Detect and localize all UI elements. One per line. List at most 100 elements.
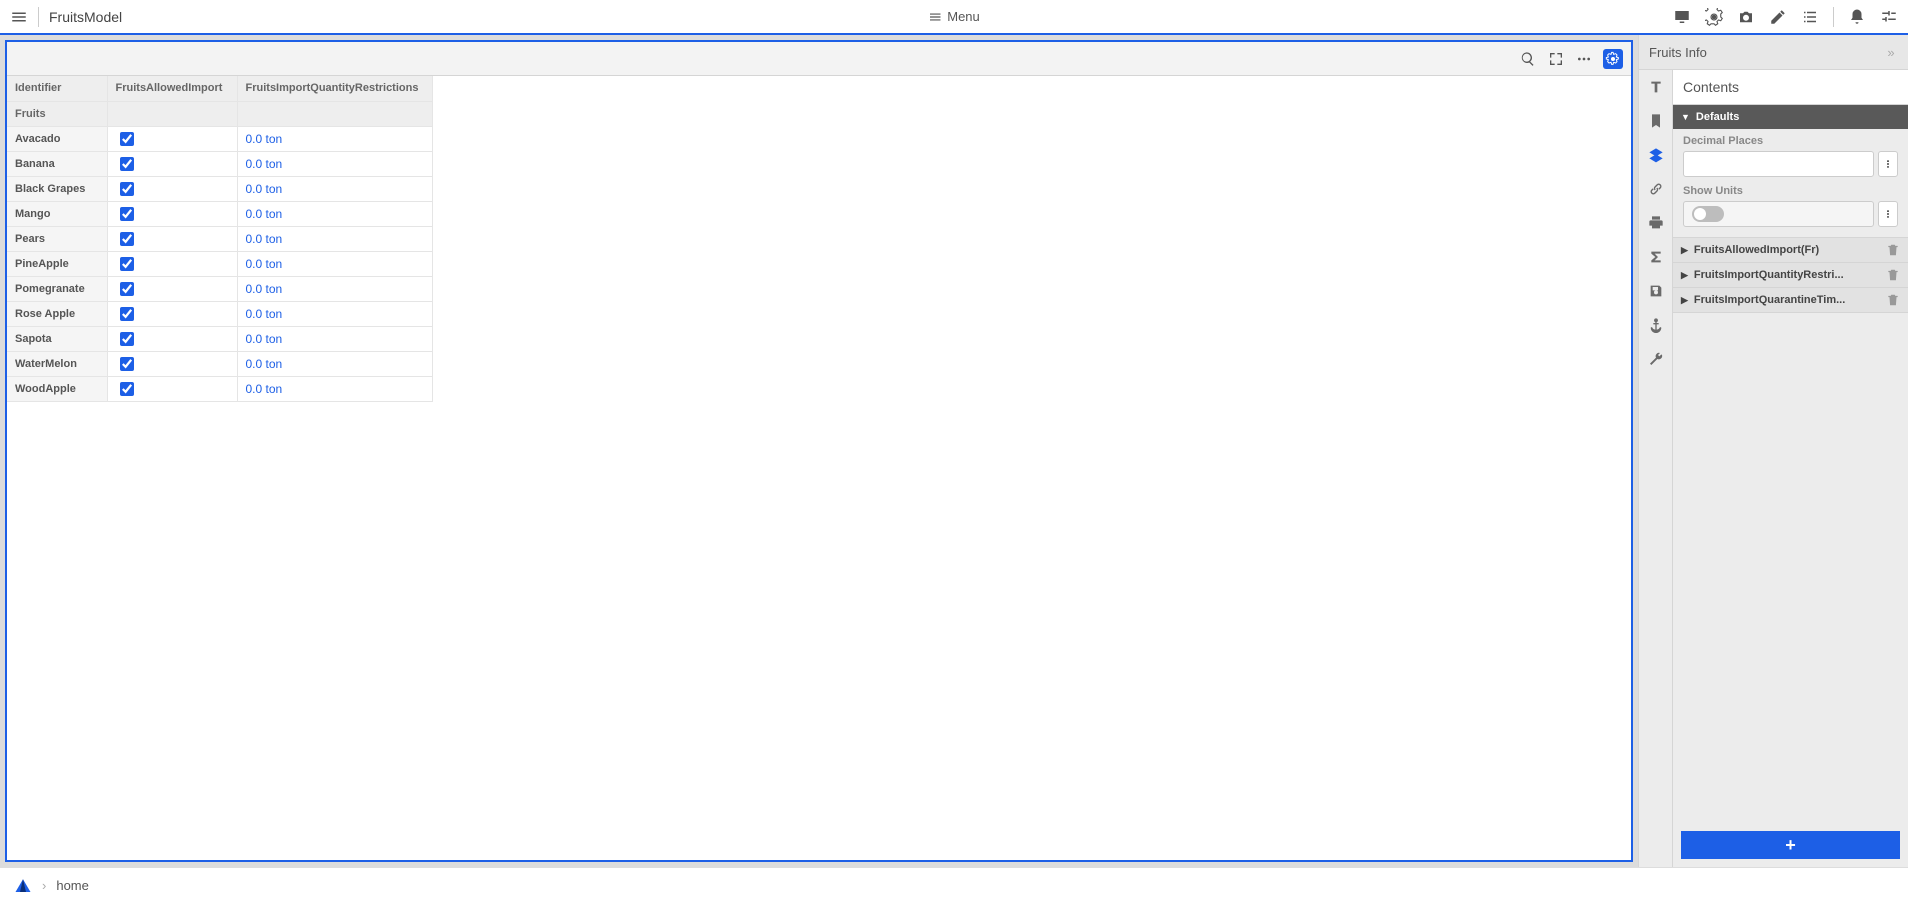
tab-sigma-icon[interactable] bbox=[1647, 248, 1665, 266]
show-units-toggle[interactable] bbox=[1692, 206, 1724, 222]
cell-qty[interactable]: 0.0 ton bbox=[237, 126, 432, 151]
workspace: Identifier FruitsAllowedImport FruitsImp… bbox=[0, 35, 1638, 867]
tab-save-icon[interactable] bbox=[1647, 282, 1665, 300]
cell-qty[interactable]: 0.0 ton bbox=[237, 376, 432, 401]
row-set-label[interactable]: Fruits bbox=[7, 101, 107, 126]
crumb-home[interactable]: home bbox=[56, 878, 89, 893]
checkbox-allowed[interactable] bbox=[120, 357, 134, 371]
defaults-section[interactable]: ▼ Defaults bbox=[1673, 105, 1908, 129]
checkbox-allowed[interactable] bbox=[120, 232, 134, 246]
tab-text-icon[interactable] bbox=[1647, 78, 1665, 96]
gear-icon[interactable] bbox=[1705, 8, 1723, 26]
cell-allowed[interactable] bbox=[107, 226, 237, 251]
tab-printer-icon[interactable] bbox=[1647, 214, 1665, 232]
row-label[interactable]: Pears bbox=[7, 226, 107, 251]
cell-qty[interactable]: 0.0 ton bbox=[237, 251, 432, 276]
section-header[interactable]: ▶FruitsImportQuantityRestri... bbox=[1673, 263, 1908, 287]
app-title: FruitsModel bbox=[49, 9, 122, 25]
cell-allowed[interactable] bbox=[107, 251, 237, 276]
collapse-icon[interactable]: » bbox=[1884, 45, 1898, 59]
row-label[interactable]: WoodApple bbox=[7, 376, 107, 401]
row-label[interactable]: Mango bbox=[7, 201, 107, 226]
more-icon[interactable] bbox=[1575, 50, 1593, 68]
decimal-places-input[interactable] bbox=[1683, 151, 1874, 177]
checkbox-allowed[interactable] bbox=[120, 257, 134, 271]
checkbox-allowed[interactable] bbox=[120, 182, 134, 196]
col-qty[interactable]: FruitsImportQuantityRestrictions bbox=[237, 76, 432, 101]
tab-layers-icon[interactable] bbox=[1647, 146, 1665, 164]
row-label[interactable]: Pomegranate bbox=[7, 276, 107, 301]
cell-qty[interactable]: 0.0 ton bbox=[237, 276, 432, 301]
tab-bookmark-icon[interactable] bbox=[1647, 112, 1665, 130]
trash-icon[interactable] bbox=[1886, 268, 1900, 282]
logo-icon[interactable] bbox=[14, 877, 32, 895]
tab-anchor-icon[interactable] bbox=[1647, 316, 1665, 334]
section-header[interactable]: ▶FruitsAllowedImport(Fr) bbox=[1673, 238, 1908, 262]
col-identifier[interactable]: Identifier bbox=[7, 76, 107, 101]
cell-qty[interactable]: 0.0 ton bbox=[237, 351, 432, 376]
cell-allowed[interactable] bbox=[107, 351, 237, 376]
row-label[interactable]: PineApple bbox=[7, 251, 107, 276]
section-label: FruitsImportQuantityRestri... bbox=[1694, 269, 1880, 281]
camera-icon[interactable] bbox=[1737, 8, 1755, 26]
cell-allowed[interactable] bbox=[107, 301, 237, 326]
row-label[interactable]: WaterMelon bbox=[7, 351, 107, 376]
panel-settings-icon[interactable] bbox=[1603, 49, 1623, 69]
row-label[interactable]: Banana bbox=[7, 151, 107, 176]
search-icon[interactable] bbox=[1519, 50, 1537, 68]
cell-allowed[interactable] bbox=[107, 326, 237, 351]
table-row: WaterMelon 0.0 ton bbox=[7, 351, 432, 376]
table-row: Pears 0.0 ton bbox=[7, 226, 432, 251]
cell-qty[interactable]: 0.0 ton bbox=[237, 326, 432, 351]
data-panel: Identifier FruitsAllowedImport FruitsImp… bbox=[5, 40, 1633, 862]
checkbox-allowed[interactable] bbox=[120, 132, 134, 146]
chevron-down-icon: ▼ bbox=[1681, 112, 1690, 122]
cell-allowed[interactable] bbox=[107, 276, 237, 301]
tab-link-icon[interactable] bbox=[1647, 180, 1665, 198]
monitor-icon[interactable] bbox=[1673, 8, 1691, 26]
row-label[interactable]: Sapota bbox=[7, 326, 107, 351]
fullscreen-icon[interactable] bbox=[1547, 50, 1565, 68]
topbar: FruitsModel Menu bbox=[0, 0, 1908, 35]
list-icon[interactable] bbox=[1801, 8, 1819, 26]
checkbox-allowed[interactable] bbox=[120, 207, 134, 221]
checkbox-allowed[interactable] bbox=[120, 282, 134, 296]
sliders-icon[interactable] bbox=[1880, 8, 1898, 26]
bell-icon[interactable] bbox=[1848, 8, 1866, 26]
cell-allowed[interactable] bbox=[107, 376, 237, 401]
trash-icon[interactable] bbox=[1886, 293, 1900, 307]
table-row: Mango 0.0 ton bbox=[7, 201, 432, 226]
col-allowed[interactable]: FruitsAllowedImport bbox=[107, 76, 237, 101]
row-label[interactable]: Black Grapes bbox=[7, 176, 107, 201]
cell-qty[interactable]: 0.0 ton bbox=[237, 201, 432, 226]
checkbox-allowed[interactable] bbox=[120, 307, 134, 321]
checkbox-allowed[interactable] bbox=[120, 157, 134, 171]
cell-allowed[interactable] bbox=[107, 151, 237, 176]
decimal-places-menu[interactable] bbox=[1878, 151, 1898, 177]
tab-wrench-icon[interactable] bbox=[1647, 350, 1665, 368]
checkbox-allowed[interactable] bbox=[120, 382, 134, 396]
trash-icon[interactable] bbox=[1886, 243, 1900, 257]
cell-qty[interactable]: 0.0 ton bbox=[237, 151, 432, 176]
sidebar-tabs bbox=[1639, 70, 1673, 867]
table-row: WoodApple 0.0 ton bbox=[7, 376, 432, 401]
row-label[interactable]: Avacado bbox=[7, 126, 107, 151]
checkbox-allowed[interactable] bbox=[120, 332, 134, 346]
statusbar: › home bbox=[0, 867, 1908, 903]
show-units-menu[interactable] bbox=[1878, 201, 1898, 227]
data-table: Identifier FruitsAllowedImport FruitsImp… bbox=[7, 76, 433, 402]
section-header[interactable]: ▶ FruitsImportQuarantineTim... bbox=[1673, 288, 1908, 312]
cell-allowed[interactable] bbox=[107, 126, 237, 151]
cell-qty[interactable]: 0.0 ton bbox=[237, 176, 432, 201]
cell-qty[interactable]: 0.0 ton bbox=[237, 301, 432, 326]
pencil-icon[interactable] bbox=[1769, 8, 1787, 26]
cell-allowed[interactable] bbox=[107, 201, 237, 226]
section-label: FruitsImportQuarantineTim... bbox=[1694, 294, 1880, 306]
menu-icon[interactable] bbox=[10, 8, 28, 26]
chevron-right-icon: ▶ bbox=[1681, 295, 1688, 306]
row-label[interactable]: Rose Apple bbox=[7, 301, 107, 326]
menu-button[interactable]: Menu bbox=[928, 9, 980, 24]
add-button[interactable]: + bbox=[1681, 831, 1900, 859]
cell-allowed[interactable] bbox=[107, 176, 237, 201]
cell-qty[interactable]: 0.0 ton bbox=[237, 226, 432, 251]
